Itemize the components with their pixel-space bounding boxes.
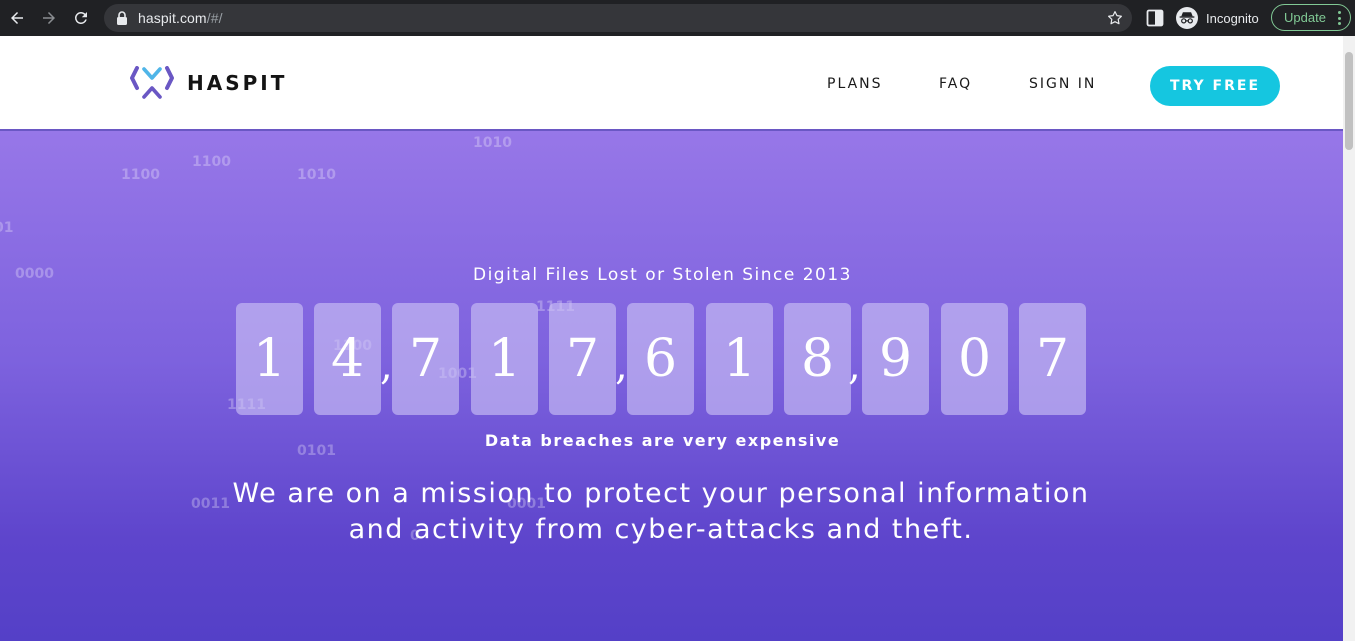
binary-decoration: 1010 (297, 167, 336, 183)
binary-decoration: 1100 (121, 167, 160, 183)
update-label: Update (1284, 10, 1326, 25)
mission-line-2: and activity from cyber-attacks and thef… (348, 514, 974, 545)
side-panel-icon[interactable] (1146, 9, 1164, 27)
nav-faq[interactable]: FAQ (939, 76, 972, 92)
counter-digit: 7 (1019, 303, 1086, 415)
nav-plans[interactable]: PLANS (827, 76, 883, 92)
counter-separator: , (615, 343, 628, 389)
scrollbar-thumb[interactable] (1345, 52, 1353, 150)
counter-digit: 7 (549, 303, 616, 415)
breach-counter: 1 4 , 7 1 7 , 6 1 8 , 9 0 7 (236, 303, 1096, 415)
page-scrollbar[interactable] (1343, 36, 1355, 641)
counter-digit: 7 (392, 303, 459, 415)
counter-digit: 6 (627, 303, 694, 415)
try-free-button[interactable]: TRY FREE (1150, 66, 1280, 106)
counter-separator: , (380, 343, 393, 389)
logo[interactable]: HASPIT (129, 66, 287, 100)
kebab-menu-icon[interactable] (1337, 11, 1341, 25)
address-bar[interactable]: haspit.com/#/ (104, 4, 1132, 32)
incognito-indicator[interactable]: Incognito (1176, 6, 1259, 30)
mission-statement: We are on a mission to protect your pers… (0, 476, 1322, 548)
counter-subheading: Data breaches are very expensive (484, 431, 841, 450)
mission-line-1: We are on a mission to protect your pers… (232, 478, 1090, 509)
star-icon[interactable] (1106, 9, 1124, 27)
binary-decoration: 1100 (192, 154, 231, 170)
counter-digit: 0 (941, 303, 1008, 415)
counter-caption: Digital Files Lost or Stolen Since 2013 (472, 265, 853, 285)
reload-icon[interactable] (70, 7, 92, 29)
counter-separator: , (848, 343, 861, 389)
counter-digit: 9 (862, 303, 929, 415)
brand-name: HASPIT (187, 71, 288, 95)
browser-toolbar: haspit.com/#/ Incognito Update (0, 0, 1355, 36)
incognito-icon (1176, 7, 1198, 29)
counter-digit: 1 (471, 303, 538, 415)
counter-digit: 1 (236, 303, 303, 415)
hero-section: 1100 1100 1010 1010 01 0000 1111 1100 10… (0, 131, 1343, 641)
binary-decoration: 01 (0, 220, 14, 236)
lock-icon[interactable] (116, 11, 128, 25)
url-text: haspit.com/#/ (138, 10, 223, 26)
haspit-logo-icon (130, 66, 174, 99)
counter-digit: 4 (314, 303, 381, 415)
forward-icon[interactable] (38, 7, 60, 29)
site-header: HASPIT PLANS FAQ SIGN IN TRY FREE (0, 36, 1343, 131)
counter-digit: 1 (706, 303, 773, 415)
update-button[interactable]: Update (1271, 4, 1351, 31)
nav-sign-in[interactable]: SIGN IN (1029, 76, 1096, 92)
binary-decoration: 1010 (473, 135, 512, 151)
back-icon[interactable] (6, 7, 28, 29)
counter-digit: 8 (784, 303, 851, 415)
profile-label: Incognito (1206, 10, 1259, 26)
